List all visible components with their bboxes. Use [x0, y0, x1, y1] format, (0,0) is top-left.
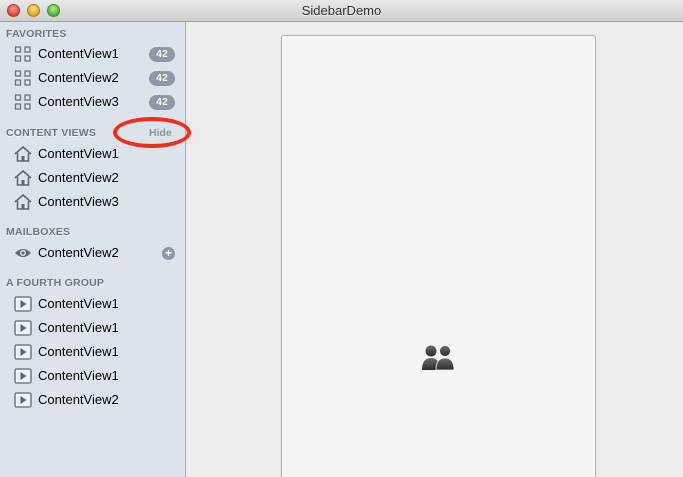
- sidebar-item-label: ContentView1: [38, 46, 119, 61]
- sidebar-item-label: ContentView1: [38, 368, 119, 383]
- group-header-fourth-group: A FOURTH GROUP: [6, 277, 105, 289]
- house-icon: [14, 170, 32, 186]
- sidebar-item-label: ContentView2: [38, 70, 119, 85]
- sidebar-item-label: ContentView2: [38, 392, 119, 407]
- count-badge: 42: [149, 95, 175, 110]
- group-header-mailboxes: MAILBOXES: [6, 226, 71, 238]
- count-badge: 42: [149, 47, 175, 62]
- content-panel: [281, 35, 596, 477]
- group-header-favorites: FAVORITES: [6, 28, 67, 40]
- sidebar-item-favorites-1[interactable]: ContentView1 42: [0, 42, 185, 66]
- group-header-content-views: CONTENT VIEWS: [6, 127, 97, 139]
- sidebar-item-label: ContentView2: [38, 170, 119, 185]
- sidebar-item-fourth-5[interactable]: ContentView2: [0, 388, 185, 412]
- play-icon: [14, 296, 32, 312]
- people-icon: [422, 345, 455, 371]
- sidebar-item-label: ContentView3: [38, 94, 119, 109]
- play-icon: [14, 320, 32, 336]
- play-icon: [14, 392, 32, 408]
- play-icon: [14, 368, 32, 384]
- sidebar-item-content-views-2[interactable]: ContentView2: [0, 166, 185, 190]
- house-icon: [14, 146, 32, 162]
- sidebar-item-label: ContentView2: [38, 245, 119, 260]
- sidebar-item-favorites-3[interactable]: ContentView3 42: [0, 90, 185, 114]
- sidebar-item-content-views-1[interactable]: ContentView1: [0, 142, 185, 166]
- window-title: SidebarDemo: [301, 3, 382, 18]
- sidebar-item-favorites-2[interactable]: ContentView2 42: [0, 66, 185, 90]
- grid-icon: [14, 94, 31, 110]
- sidebar-item-fourth-3[interactable]: ContentView1: [0, 340, 185, 364]
- sidebar-item-content-views-3[interactable]: ContentView3: [0, 190, 185, 214]
- eye-icon: [15, 249, 31, 257]
- sidebar-item-fourth-1[interactable]: ContentView1: [0, 292, 185, 316]
- sidebar-item-fourth-2[interactable]: ContentView1: [0, 316, 185, 340]
- play-icon: [14, 344, 32, 360]
- sidebar-item-label: ContentView1: [38, 146, 119, 161]
- grid-icon: [14, 46, 31, 62]
- sidebar-item-label: ContentView1: [38, 344, 119, 359]
- plus-icon[interactable]: +: [162, 247, 175, 260]
- title-bar: SidebarDemo: [0, 0, 683, 22]
- sidebar-item-label: ContentView3: [38, 194, 119, 209]
- grid-icon: [14, 70, 31, 86]
- house-icon: [14, 194, 32, 210]
- sidebar-item-mailboxes-1[interactable]: ContentView2 +: [0, 241, 185, 265]
- sidebar-item-label: ContentView1: [38, 320, 119, 335]
- sidebar-item-label: ContentView1: [38, 296, 119, 311]
- app-window: SidebarDemo FAVORITES ContentView1 42 Co: [0, 0, 683, 477]
- count-badge: 42: [149, 71, 175, 86]
- hide-group-button[interactable]: Hide: [149, 126, 172, 140]
- sidebar: FAVORITES ContentView1 42 ContentView2 4…: [0, 22, 191, 477]
- sidebar-item-fourth-4[interactable]: ContentView1: [0, 364, 185, 388]
